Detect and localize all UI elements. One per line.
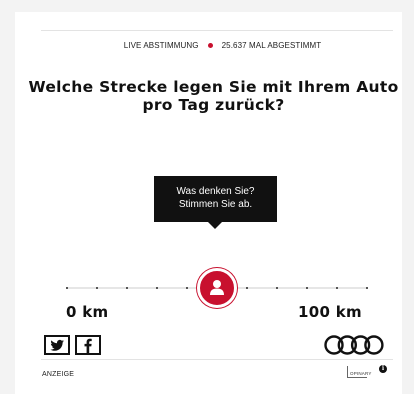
slider-tick bbox=[186, 287, 188, 289]
slider-tick bbox=[66, 287, 68, 289]
slider-tick bbox=[96, 287, 98, 289]
user-icon bbox=[210, 280, 224, 295]
slider-tick bbox=[246, 287, 248, 289]
slider-tick bbox=[126, 287, 128, 289]
ad-label: ANZEIGE bbox=[42, 371, 75, 378]
bottom-divider bbox=[41, 359, 393, 360]
slider-tick bbox=[336, 287, 338, 289]
live-dot-icon bbox=[207, 42, 213, 48]
slider-min-label: 0 km bbox=[66, 303, 109, 321]
poll-widget: LIVE ABSTIMMUNG 25.637 MAL ABGESTIMMT Wel… bbox=[15, 12, 402, 394]
tooltip-line-1: Was denken Sie? bbox=[176, 186, 255, 197]
info-icon[interactable]: i bbox=[379, 365, 387, 373]
twitter-icon bbox=[50, 339, 64, 351]
slider-tick bbox=[366, 287, 368, 289]
facebook-icon bbox=[84, 338, 92, 353]
vote-count: 25.637 MAL ABGESTIMMT bbox=[221, 41, 322, 50]
four-rings-logo bbox=[324, 335, 384, 355]
twitter-share-button[interactable] bbox=[44, 335, 70, 355]
opinary-logo[interactable]: OPINARY bbox=[347, 366, 371, 378]
live-status-label: LIVE ABSTIMMUNG bbox=[123, 41, 199, 50]
slider-tick bbox=[156, 287, 158, 289]
slider-tick bbox=[306, 287, 308, 289]
facebook-share-button[interactable] bbox=[75, 335, 101, 355]
top-divider bbox=[41, 30, 393, 31]
slider-tick bbox=[276, 287, 278, 289]
poll-question: Welche Strecke legen Sie mit Ihrem Auto … bbox=[28, 78, 399, 114]
live-status-bar: LIVE ABSTIMMUNG 25.637 MAL ABGESTIMMT bbox=[15, 41, 402, 50]
tooltip-line-2: Stimmen Sie ab. bbox=[178, 199, 253, 210]
vote-prompt-tooltip: Was denken Sie? Stimmen Sie ab. bbox=[154, 176, 277, 229]
slider-max-label: 100 km bbox=[298, 303, 362, 321]
slider-handle[interactable] bbox=[197, 268, 237, 308]
